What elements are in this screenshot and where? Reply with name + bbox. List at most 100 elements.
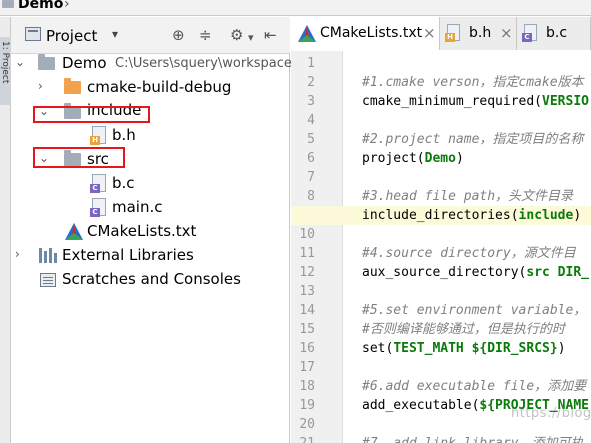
cmake-icon bbox=[298, 25, 316, 42]
tab-b-c[interactable]: C b.c bbox=[517, 17, 591, 50]
line-number: 21 bbox=[291, 436, 315, 443]
code-comment: #否则编译能够通过，但是执行的时 bbox=[362, 322, 565, 337]
tree-item-label: Demo bbox=[62, 54, 107, 72]
project-path: C:\Users\squery\workspace bbox=[115, 56, 292, 71]
c-file-icon: C bbox=[522, 24, 537, 42]
code-line[interactable] bbox=[362, 54, 591, 73]
line-number: 20 bbox=[299, 417, 315, 432]
breadcrumb-root[interactable]: Demo bbox=[18, 0, 63, 12]
chevron-right-icon[interactable]: › bbox=[15, 247, 20, 261]
breadcrumb-separator: › bbox=[64, 0, 70, 12]
tree-item-label: Scratches and Consoles bbox=[62, 270, 241, 288]
tool-window-label: 1: Project bbox=[0, 41, 10, 84]
code-function: cmake_minimum_required( bbox=[362, 94, 543, 109]
code-punctuation: ) bbox=[455, 151, 464, 166]
code-line[interactable] bbox=[362, 168, 591, 187]
chevron-right-icon[interactable]: › bbox=[38, 79, 43, 93]
file-badge: C bbox=[90, 208, 100, 217]
file-badge: C bbox=[522, 33, 532, 42]
code-line[interactable] bbox=[362, 225, 591, 244]
code-line[interactable] bbox=[362, 358, 591, 377]
project-tool-window-button[interactable]: 1: Project bbox=[0, 37, 11, 105]
close-icon[interactable]: × bbox=[500, 24, 513, 42]
annotation-box-include bbox=[33, 106, 150, 123]
code-argument: VERSIO bbox=[542, 94, 589, 109]
tree-item-main-c[interactable]: C main.c bbox=[11, 196, 290, 220]
tree-item-label: main.c bbox=[112, 198, 163, 216]
navigation-bar: Demo › bbox=[0, 0, 591, 16]
code-line-text: include_directories(include) bbox=[362, 206, 581, 225]
tree-item-b-c[interactable]: C b.c bbox=[11, 172, 290, 196]
folder-icon bbox=[38, 54, 55, 70]
tree-item-scratches[interactable]: Scratches and Consoles bbox=[11, 268, 290, 292]
caret-down-icon[interactable]: ▾ bbox=[112, 27, 118, 41]
line-number: 6 bbox=[307, 151, 315, 166]
code-comment: #6.add executable file，添加要 bbox=[362, 379, 587, 394]
tree-item-label: External Libraries bbox=[62, 246, 194, 264]
line-number: 17 bbox=[299, 360, 315, 375]
line-number: 10 bbox=[299, 227, 315, 242]
header-file-icon: H bbox=[445, 24, 460, 42]
code-line[interactable]: #2.project name，指定项目的名称 bbox=[362, 130, 591, 149]
tool-window-strip: 1: Project bbox=[0, 17, 11, 443]
code-line[interactable]: #5.set environment variable， bbox=[362, 301, 591, 320]
code-line[interactable]: #3.head file path，头文件目录 bbox=[362, 187, 591, 206]
code-punctuation: ) bbox=[557, 341, 566, 356]
tab-label: CMakeLists.txt bbox=[320, 25, 423, 41]
tree-item-external-libraries[interactable]: › External Libraries bbox=[11, 244, 290, 268]
tree-item-cmake-build-debug[interactable]: › cmake-build-debug bbox=[11, 76, 290, 100]
code-line[interactable]: #1.cmake verson，指定cmake版本 bbox=[362, 73, 591, 92]
code-punctuation: ) bbox=[573, 208, 582, 223]
code-comment: #3.head file path，头文件目录 bbox=[362, 189, 574, 204]
annotation-box-src bbox=[33, 147, 125, 168]
line-number: 16 bbox=[299, 341, 315, 356]
project-view-icon bbox=[25, 27, 41, 41]
chevron-down-icon[interactable]: ⌄ bbox=[15, 55, 25, 69]
code-line[interactable] bbox=[362, 111, 591, 130]
code-editor[interactable]: #1.cmake verson，指定cmake版本 cmake_minimum_r… bbox=[291, 51, 591, 443]
gear-icon[interactable]: ⚙ bbox=[230, 26, 243, 44]
tab-label: b.h bbox=[469, 25, 492, 41]
gear-dropdown-icon[interactable]: ▾ bbox=[248, 29, 254, 47]
code-argument: TEST_MATH ${DIR_SRCS} bbox=[393, 341, 558, 356]
code-function: add_executable( bbox=[362, 398, 480, 413]
target-icon[interactable]: ⊕ bbox=[172, 26, 185, 44]
code-argument: src DIR_ bbox=[526, 265, 589, 280]
editor-tab-bar: CMakeLists.txt × H b.h × C b.c bbox=[291, 17, 591, 50]
code-line-current[interactable]: include_directories(include) bbox=[291, 206, 591, 225]
code-line[interactable]: #7. add link library，添加可执 bbox=[362, 434, 591, 443]
editor-area: CMakeLists.txt × H b.h × C b.c 123456789… bbox=[291, 17, 591, 443]
code-argument: include bbox=[518, 208, 574, 223]
code-function: set( bbox=[362, 341, 394, 356]
tree-item-b-h[interactable]: H b.h bbox=[11, 124, 290, 148]
line-number: 18 bbox=[299, 379, 315, 394]
tab-cmakelists[interactable]: CMakeLists.txt × bbox=[291, 17, 440, 50]
line-number: 2 bbox=[307, 75, 315, 90]
code-line[interactable]: #否则编译能够通过，但是执行的时 bbox=[362, 320, 591, 339]
line-number-gutter[interactable]: 123456789101112131415161718192021 bbox=[291, 51, 343, 443]
code-line[interactable]: aux_source_directory(src DIR_ bbox=[362, 263, 591, 282]
code-line[interactable]: #4.source directory，源文件目 bbox=[362, 244, 591, 263]
code-line[interactable]: project(Demo) bbox=[362, 149, 591, 168]
folder-icon bbox=[2, 0, 14, 8]
watermark: https://blog.csdn.net/shentanweilan9 bbox=[511, 406, 591, 421]
collapse-icon[interactable]: ≑ bbox=[199, 26, 212, 44]
code-line[interactable]: set(TEST_MATH ${DIR_SRCS}) bbox=[362, 339, 591, 358]
project-panel-title[interactable]: Project bbox=[46, 27, 97, 45]
file-badge: H bbox=[90, 136, 100, 145]
tab-b-h[interactable]: H b.h × bbox=[440, 17, 517, 50]
project-panel-header: Project ▾ ⊕ ≑ ⚙ ▾ ⇤ bbox=[11, 17, 290, 54]
close-icon[interactable]: × bbox=[423, 24, 436, 42]
code-line[interactable] bbox=[362, 282, 591, 301]
line-number: 13 bbox=[299, 284, 315, 299]
tab-label: b.c bbox=[546, 25, 568, 41]
library-icon bbox=[39, 248, 57, 263]
code-line[interactable]: #6.add executable file，添加要 bbox=[362, 377, 591, 396]
tree-item-demo[interactable]: ⌄ Demo C:\Users\squery\workspace bbox=[11, 52, 292, 76]
code-function: aux_source_directory( bbox=[362, 265, 527, 280]
code-line[interactable]: cmake_minimum_required(VERSIO bbox=[362, 92, 591, 111]
tree-item-cmakelists[interactable]: CMakeLists.txt bbox=[11, 220, 290, 244]
hide-icon[interactable]: ⇤ bbox=[264, 26, 277, 44]
cmake-icon bbox=[65, 223, 83, 240]
tree-item-label: CMakeLists.txt bbox=[87, 222, 197, 240]
